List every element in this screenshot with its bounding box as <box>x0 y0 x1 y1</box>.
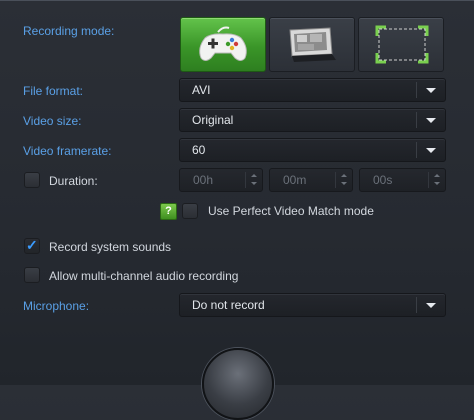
game-mode-button[interactable] <box>180 17 266 72</box>
perfect-match-checkbox[interactable] <box>182 203 198 219</box>
chevron-down-icon <box>426 148 436 153</box>
spinner-divider <box>335 172 336 188</box>
duration-minutes-spinner[interactable]: 00m <box>269 168 353 192</box>
video-size-value: Original <box>192 113 234 127</box>
duration-seconds-value: 00s <box>373 173 393 187</box>
checkmark-icon: ✓ <box>26 237 38 253</box>
duration-checkbox[interactable] <box>24 172 40 188</box>
perfect-match-label: Use Perfect Video Match mode <box>208 204 374 218</box>
desktop-mode-button[interactable] <box>269 17 355 72</box>
select-divider <box>416 297 417 313</box>
system-sounds-checkbox[interactable]: ✓ <box>24 237 40 254</box>
spin-up-icon[interactable] <box>341 174 347 177</box>
multichannel-checkbox[interactable] <box>24 267 40 283</box>
spin-up-icon[interactable] <box>434 174 440 177</box>
duration-hours-value: 00h <box>193 173 214 187</box>
system-sounds-label: Record system sounds <box>49 240 172 254</box>
spin-down-icon[interactable] <box>251 182 257 185</box>
microphone-label: Microphone: <box>23 299 90 313</box>
video-size-label: Video size: <box>23 114 82 128</box>
record-button[interactable] <box>202 348 274 420</box>
spin-down-icon[interactable] <box>434 182 440 185</box>
microphone-value: Do not record <box>192 298 265 312</box>
duration-label: Duration: <box>49 174 98 188</box>
select-divider <box>416 112 417 128</box>
chevron-down-icon <box>426 118 436 123</box>
spin-up-icon[interactable] <box>251 174 257 177</box>
file-format-value: AVI <box>192 83 211 97</box>
spin-down-icon[interactable] <box>341 182 347 185</box>
video-framerate-select[interactable]: 60 <box>179 138 446 162</box>
multichannel-label: Allow multi-channel audio recording <box>49 269 239 283</box>
select-divider <box>416 142 417 158</box>
select-divider <box>416 82 417 98</box>
spinner-divider <box>245 172 246 188</box>
area-mode-button[interactable] <box>358 17 444 72</box>
chevron-down-icon <box>426 88 436 93</box>
file-format-label: File format: <box>23 84 84 98</box>
video-framerate-value: 60 <box>192 143 206 157</box>
video-size-select[interactable]: Original <box>179 108 446 132</box>
microphone-select[interactable]: Do not record <box>179 293 446 317</box>
file-format-select[interactable]: AVI <box>179 78 446 102</box>
recording-mode-label: Recording mode: <box>23 24 115 38</box>
selection-area-icon <box>375 25 429 64</box>
help-icon[interactable]: ? <box>160 203 177 220</box>
duration-seconds-spinner[interactable]: 00s <box>359 168 446 192</box>
gamepad-icon <box>199 26 247 61</box>
window-top-border <box>0 0 474 1</box>
duration-minutes-value: 00m <box>283 173 307 187</box>
spinner-divider <box>428 172 429 188</box>
chevron-down-icon <box>426 303 436 308</box>
duration-hours-spinner[interactable]: 00h <box>179 168 263 192</box>
monitor-icon <box>289 27 336 62</box>
video-framerate-label: Video framerate: <box>23 144 112 158</box>
